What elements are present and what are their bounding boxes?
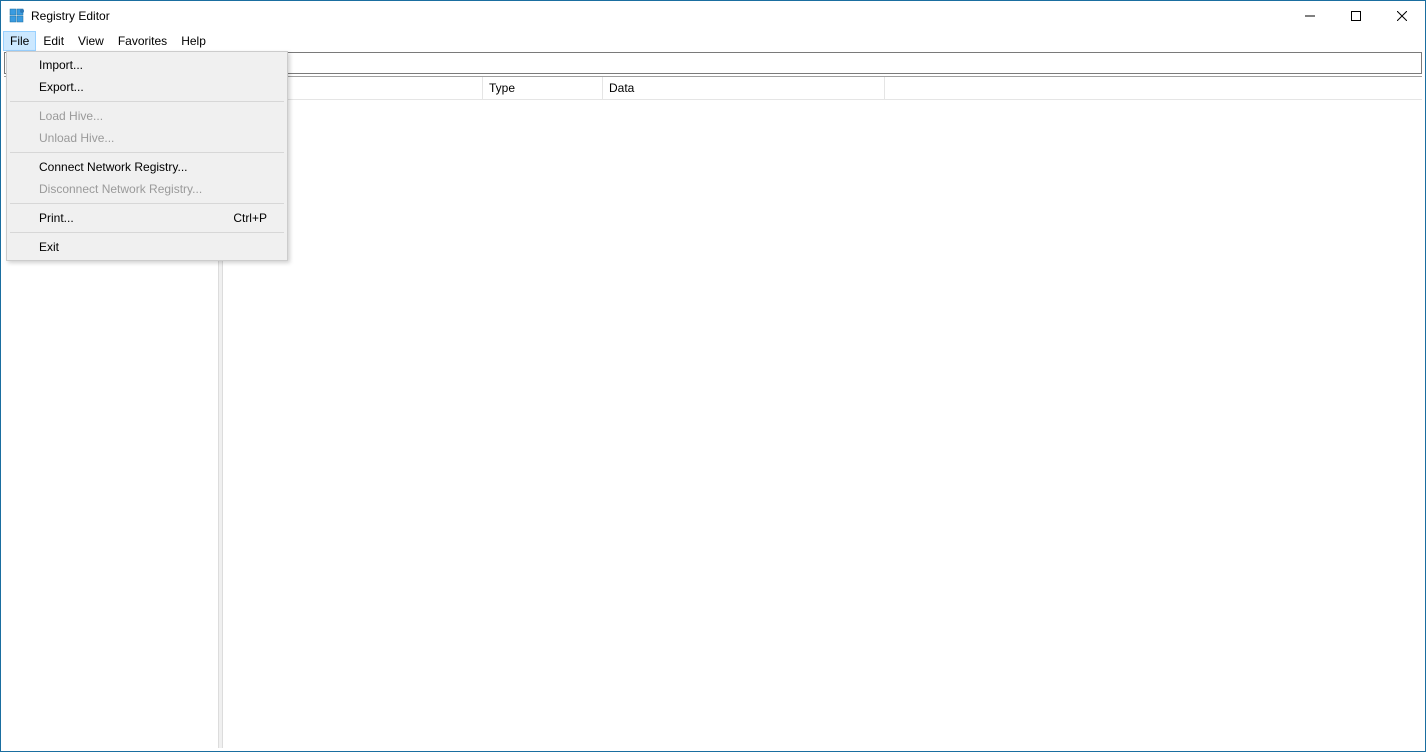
menu-exit[interactable]: Exit [9,236,285,258]
column-data[interactable]: Data [603,77,885,99]
minimize-button[interactable] [1287,1,1333,31]
column-type[interactable]: Type [483,77,603,99]
maximize-button[interactable] [1333,1,1379,31]
app-window: Registry Editor File Edit View Favorites… [0,0,1426,752]
list-body[interactable] [223,100,1422,748]
menu-load-hive: Load Hive... [9,105,285,127]
menu-bar: File Edit View Favorites Help [1,31,1425,51]
menu-import[interactable]: Import... [9,54,285,76]
window-controls [1287,1,1425,31]
title-bar: Registry Editor [1,1,1425,31]
regedit-icon [9,8,25,24]
menu-file[interactable]: File [3,31,36,51]
menu-separator [10,101,284,102]
menu-separator [10,203,284,204]
menu-help[interactable]: Help [174,31,213,51]
close-button[interactable] [1379,1,1425,31]
menu-unload-hive: Unload Hive... [9,127,285,149]
menu-connect-network[interactable]: Connect Network Registry... [9,156,285,178]
menu-separator [10,232,284,233]
menu-disconnect-network: Disconnect Network Registry... [9,178,285,200]
file-dropdown: Import... Export... Load Hive... Unload … [6,51,288,261]
menu-separator [10,152,284,153]
list-header: Name Type Data [223,77,1422,100]
list-pane: Name Type Data [223,77,1422,748]
menu-print-shortcut: Ctrl+P [233,211,267,225]
menu-export[interactable]: Export... [9,76,285,98]
menu-print[interactable]: Print... Ctrl+P [9,207,285,229]
menu-view[interactable]: View [71,31,111,51]
menu-favorites[interactable]: Favorites [111,31,174,51]
window-title: Registry Editor [31,9,110,23]
menu-print-label: Print... [39,211,74,225]
menu-edit[interactable]: Edit [36,31,71,51]
